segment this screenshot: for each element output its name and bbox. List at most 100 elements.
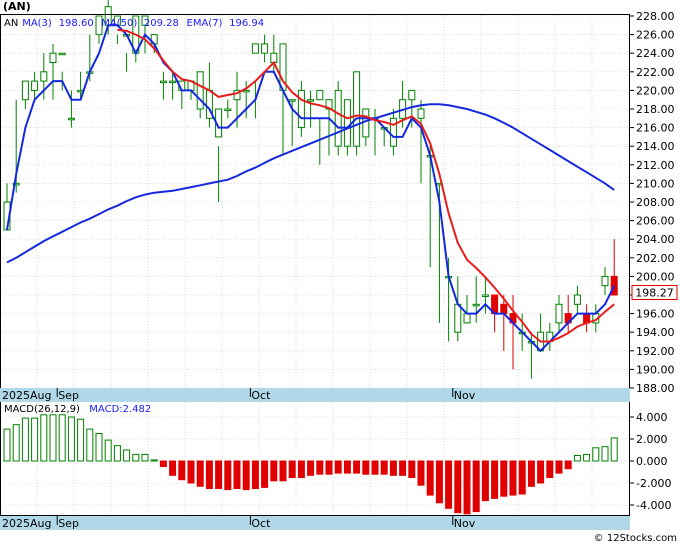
macd-bar <box>58 414 66 462</box>
macd-bar <box>481 460 489 502</box>
price-date-label: 2025Aug <box>2 389 51 402</box>
macd-bar <box>601 446 609 462</box>
macd-bar <box>141 453 149 462</box>
candle-body <box>297 89 305 129</box>
legend-item: 198.60 <box>59 18 94 29</box>
macd-tick-label: 4.000 <box>636 411 668 424</box>
candle-body <box>67 117 75 121</box>
macd-bar <box>178 460 186 481</box>
macd-date-label: Nov <box>454 517 476 530</box>
macd-bar <box>491 460 499 499</box>
macd-tick-label: 2.000 <box>636 433 668 446</box>
stock-chart: 2025Aug Sep Oct Nov 2025Aug Sep Oct Nov 188.00… <box>0 0 680 546</box>
price-tick-label: 224.00 <box>636 47 675 60</box>
macd-bar <box>518 460 526 495</box>
chart-title: (AN) <box>3 0 31 13</box>
macd-bar <box>500 460 508 497</box>
macd-bar <box>610 437 618 462</box>
macd-bar <box>77 418 85 462</box>
macd-bar <box>454 460 462 514</box>
candle-body <box>417 108 425 119</box>
macd-bar <box>224 460 232 491</box>
candle-body <box>251 43 259 54</box>
macd-bar <box>380 460 388 475</box>
candle-body <box>500 303 508 315</box>
candle-body <box>481 294 489 297</box>
price-tick-label: 188.00 <box>636 382 675 395</box>
price-axis-labels: 188.00190.00192.00194.00196.00198.00200.… <box>630 10 675 395</box>
candle-body <box>555 303 563 324</box>
price-tick-label: 208.00 <box>636 196 675 209</box>
candle-body <box>58 52 66 56</box>
macd-bar <box>187 460 195 484</box>
legend-item: 196.94 <box>229 18 264 29</box>
macd-bar <box>334 460 342 474</box>
macd-bar <box>113 445 121 462</box>
macd-bar <box>12 424 20 462</box>
macd-bar <box>408 460 416 478</box>
macd-bar <box>389 460 397 476</box>
macd-bar <box>123 449 131 462</box>
candle-body <box>169 80 177 84</box>
macd-bar <box>196 460 204 487</box>
macd-tick-label: -4.000 <box>636 499 671 512</box>
price-tick-label: 196.00 <box>636 308 675 321</box>
candle-body <box>389 117 397 147</box>
macd-bar <box>426 460 434 496</box>
macd-bar <box>205 460 213 489</box>
price-date-axis-band <box>0 388 630 402</box>
price-tick-label: 192.00 <box>636 345 675 358</box>
macd-date-label: Sep <box>58 517 79 530</box>
macd-bar <box>399 460 407 476</box>
last-price-tag: 198.27 <box>631 285 678 300</box>
price-tick-label: 210.00 <box>636 177 675 190</box>
candle-body <box>316 89 324 101</box>
macd-bar <box>537 460 545 484</box>
macd-date-axis-band <box>0 516 630 530</box>
candle-body <box>454 303 462 333</box>
macd-bar <box>583 453 591 462</box>
macd-date-label: Oct <box>251 517 271 530</box>
macd-bar <box>233 460 241 489</box>
candle-body <box>353 71 361 147</box>
candle-body <box>288 99 296 102</box>
macd-bar <box>95 433 103 462</box>
macd-bar <box>555 460 563 474</box>
macd-bar <box>261 460 269 488</box>
candle-body <box>463 313 471 324</box>
macd-bar <box>251 460 259 489</box>
candle-body <box>573 294 581 305</box>
candle-body <box>408 89 416 101</box>
price-tick-label: 212.00 <box>636 159 675 172</box>
macd-bar <box>159 460 167 467</box>
macd-bar <box>242 460 250 491</box>
macd-tick-label: -2.000 <box>636 477 671 490</box>
price-tick-label: 216.00 <box>636 122 675 135</box>
macd-bar <box>325 460 333 475</box>
price-tick-label: 204.00 <box>636 233 675 246</box>
macd-bar <box>297 460 305 478</box>
macd-bar <box>445 460 453 509</box>
candle-body <box>261 43 269 54</box>
candle-body <box>307 99 315 102</box>
macd-bar <box>49 414 57 462</box>
macd-bar <box>343 460 351 474</box>
price-tick-label: 190.00 <box>636 363 675 376</box>
macd-bar <box>417 460 425 486</box>
macd-bar <box>362 460 370 475</box>
price-tick-label: 222.00 <box>636 66 675 79</box>
macd-bar <box>270 460 278 482</box>
candle-body <box>472 303 480 307</box>
macd-bar <box>279 460 287 482</box>
price-tick-label: 228.00 <box>636 10 675 23</box>
macd-tick-label: 0.000 <box>636 455 668 468</box>
macd-bar <box>31 417 39 462</box>
price-date-label: Sep <box>58 389 79 402</box>
price-tick-label: 202.00 <box>636 252 675 265</box>
macd-bar <box>104 439 112 462</box>
candle-body <box>601 275 609 287</box>
legend-item: MA(3) <box>22 18 52 29</box>
legend-item: EMA(7) <box>187 18 223 29</box>
price-date-label: Nov <box>454 389 476 402</box>
macd-bar <box>169 460 177 476</box>
